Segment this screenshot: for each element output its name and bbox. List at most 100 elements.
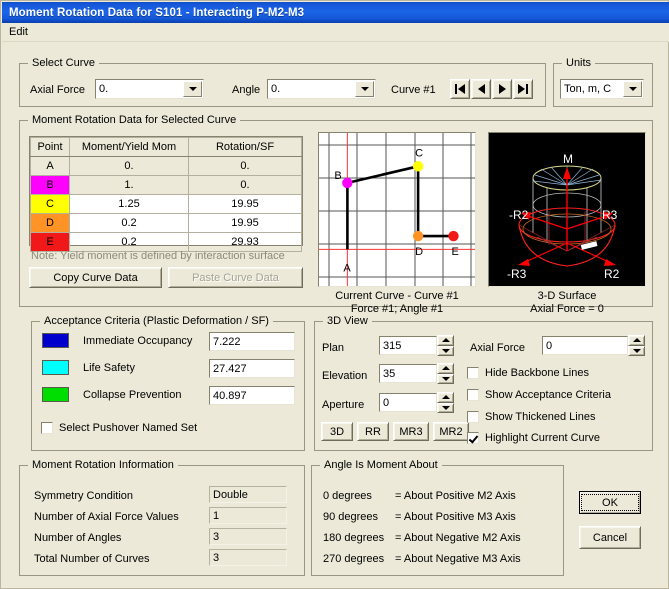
table-row[interactable]: E 0.2 29.93 [30,232,302,252]
angle-combo[interactable]: 0. [267,79,376,99]
cell-moment[interactable]: 0.2 [69,213,189,233]
paste-curve-data-button: Paste Curve Data [168,267,303,288]
stepper-down-icon[interactable] [437,345,454,356]
surface-label-left-lower: -R3 [507,267,527,281]
surface-3d-svg: M -R2 R3 -R3 R2 [489,133,645,286]
life-safety-input[interactable]: 27.427 [209,359,295,378]
cell-point[interactable]: E [30,232,70,252]
stepper-down-icon[interactable] [437,373,454,384]
previous-record-icon[interactable] [471,79,491,99]
hide-backbone-lines-checkbox[interactable]: Hide Backbone Lines [467,367,589,379]
cell-point[interactable]: D [30,213,70,233]
data-point-label-D: D [415,246,423,258]
angle-row-2-degrees: 180 degrees [323,532,385,544]
show-acceptance-criteria-checkbox[interactable]: Show Acceptance Criteria [467,389,611,401]
cell-moment[interactable]: 0.2 [69,232,189,252]
table-row[interactable]: B 1. 0. [30,175,302,195]
surface-label-left-upper: -R2 [509,208,529,222]
view-button-mr2[interactable]: MR2 [433,422,469,441]
hide-backbone-lines-label: Hide Backbone Lines [485,367,589,379]
elevation-stepper[interactable] [437,363,454,384]
surface-label-right-upper: R3 [602,208,618,222]
surface-3d-view[interactable]: M -R2 R3 -R3 R2 [488,132,646,287]
menu-item-edit[interactable]: Edit [2,25,35,39]
immediate-occupancy-input[interactable]: 7.222 [209,332,295,351]
color-swatch-immediate-occupancy [42,333,69,348]
angle-moment-about-legend: Angle Is Moment About [320,459,442,471]
next-record-icon[interactable] [492,79,512,99]
cell-moment[interactable]: 1. [69,175,189,195]
aperture-input[interactable]: 0 [379,393,437,412]
ok-button[interactable]: OK [579,491,641,514]
copy-curve-data-label: Copy Curve Data [53,271,138,284]
cell-rotation[interactable]: 19.95 [188,194,302,214]
stepper-up-icon[interactable] [628,335,645,346]
last-record-icon[interactable] [513,79,533,99]
view-axial-force-value: 0 [546,340,553,352]
highlight-current-curve-checkbox[interactable]: Highlight Current Curve [467,432,600,444]
axial-force-values-count-label: Number of Axial Force Values [34,511,179,523]
cell-rotation[interactable]: 29.93 [188,232,302,252]
table-row[interactable]: D 0.2 19.95 [30,213,302,233]
axial-force-values-count-value: 1 [213,510,220,522]
cell-point[interactable]: C [30,194,70,214]
show-thickened-lines-label: Show Thickened Lines [485,411,596,423]
select-pushover-named-set-checkbox[interactable]: Select Pushover Named Set [41,422,197,434]
stepper-up-icon[interactable] [437,363,454,374]
current-curve-label: Curve #1 [391,84,436,96]
stepper-up-icon[interactable] [437,335,454,346]
copy-curve-data-button[interactable]: Copy Curve Data [29,267,162,288]
symmetry-condition-value-box: Double [209,486,287,503]
chevron-down-icon[interactable] [355,81,374,97]
view-axial-force-stepper[interactable] [628,335,645,356]
table-row[interactable]: C 1.25 19.95 [30,194,302,214]
cancel-button[interactable]: Cancel [579,526,641,549]
view-button-mr3[interactable]: MR3 [393,422,429,441]
cancel-button-label: Cancel [592,531,628,544]
highlight-current-curve-label: Highlight Current Curve [485,432,600,444]
table-header-row: Point Moment/Yield Mom Rotation/SF [30,137,302,157]
aperture-stepper[interactable] [437,392,454,413]
cell-moment[interactable]: 1.25 [69,194,189,214]
total-curves-box: 3 [209,549,287,566]
cell-rotation[interactable]: 19.95 [188,213,302,233]
cell-point[interactable]: A [30,156,70,176]
view-button-3d[interactable]: 3D [321,422,353,441]
column-header-rotation: Rotation/SF [188,137,302,157]
stepper-up-icon[interactable] [437,392,454,403]
yield-moment-note: Note: Yield moment is defined by interac… [31,250,285,262]
table-row[interactable]: A 0. 0. [30,156,302,176]
surface-caption-line2: Axial Force = 0 [530,303,604,315]
view-axial-force-input[interactable]: 0 [542,336,628,355]
plan-input[interactable]: 315 [379,336,437,355]
cell-moment[interactable]: 0. [69,156,189,176]
first-record-icon[interactable] [450,79,470,99]
stepper-down-icon[interactable] [437,402,454,413]
elevation-input[interactable]: 35 [379,364,437,383]
ok-button-label: OK [602,496,618,509]
view-button-rr[interactable]: RR [357,422,389,441]
collapse-prevention-value: 40.897 [213,390,247,402]
plan-stepper[interactable] [437,335,454,356]
data-point-E [448,230,459,242]
units-combo[interactable]: Ton, m, C [560,79,644,99]
data-point-label-A: A [343,262,351,274]
current-curve-plot[interactable]: A B C D E [318,132,476,287]
curve-data-table[interactable]: Point Moment/Yield Mom Rotation/SF A 0. 0.… [29,136,303,252]
select-curve-legend: Select Curve [28,57,99,69]
data-point-label-B: B [334,170,341,182]
stepper-down-icon[interactable] [628,345,645,356]
cell-rotation[interactable]: 0. [188,175,302,195]
axial-force-combo[interactable]: 0. [95,79,204,99]
current-curve-caption: Current Curve - Curve #1 Force #1; Angle… [318,290,476,316]
show-thickened-lines-checkbox[interactable]: Show Thickened Lines [467,411,595,423]
cell-point[interactable]: B [30,175,70,195]
view-button-mr2-label: MR2 [439,425,463,438]
collapse-prevention-input[interactable]: 40.897 [209,386,295,405]
checkbox-icon [467,411,479,423]
cell-rotation[interactable]: 0. [188,156,302,176]
chevron-down-icon[interactable] [623,81,642,97]
chevron-down-icon[interactable] [183,81,202,97]
surface-label-top: M [563,152,573,166]
column-header-moment: Moment/Yield Mom [69,137,189,157]
